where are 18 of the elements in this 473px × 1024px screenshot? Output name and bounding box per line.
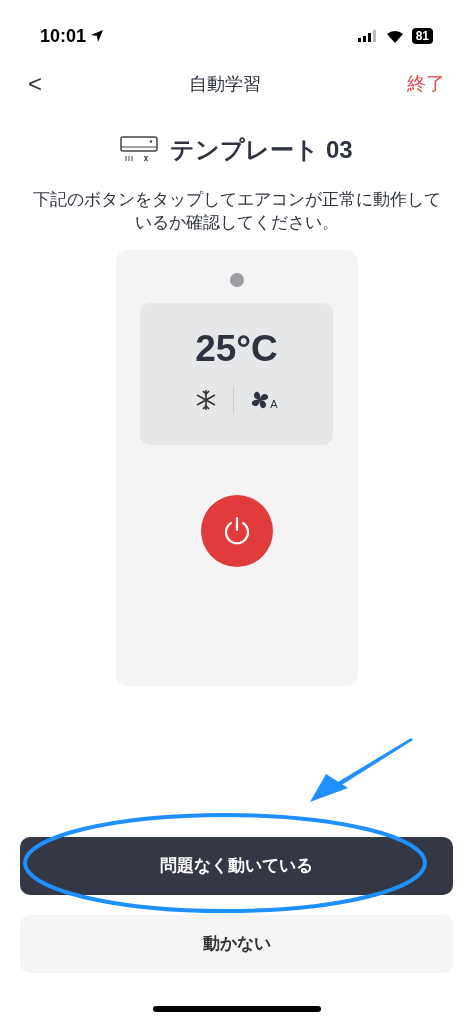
- page-title: 自動学習: [188, 72, 261, 96]
- template-title: テンプレート 03: [170, 135, 353, 165]
- battery-indicator: 81: [411, 28, 433, 44]
- fan-mode-label: A: [270, 399, 278, 410]
- status-time: 10:01: [40, 24, 87, 48]
- signal-icon: [357, 30, 378, 42]
- indicator-light: [229, 273, 244, 287]
- not-working-button[interactable]: 動かない: [20, 915, 453, 973]
- location-icon: [90, 29, 105, 43]
- air-conditioner-icon: [120, 136, 159, 164]
- wifi-icon: [385, 29, 404, 43]
- instruction-text: 下記のボタンをタップしてエアコンが正常に動作しているか確認してください。: [31, 189, 442, 233]
- fan-icon: [250, 390, 271, 410]
- back-button[interactable]: <: [28, 66, 42, 102]
- confirm-working-button[interactable]: 問題なく動いている: [20, 837, 453, 895]
- finish-button[interactable]: 終了: [407, 69, 445, 99]
- snowflake-icon: [195, 389, 218, 411]
- temperature-reading: 25°C: [195, 327, 278, 371]
